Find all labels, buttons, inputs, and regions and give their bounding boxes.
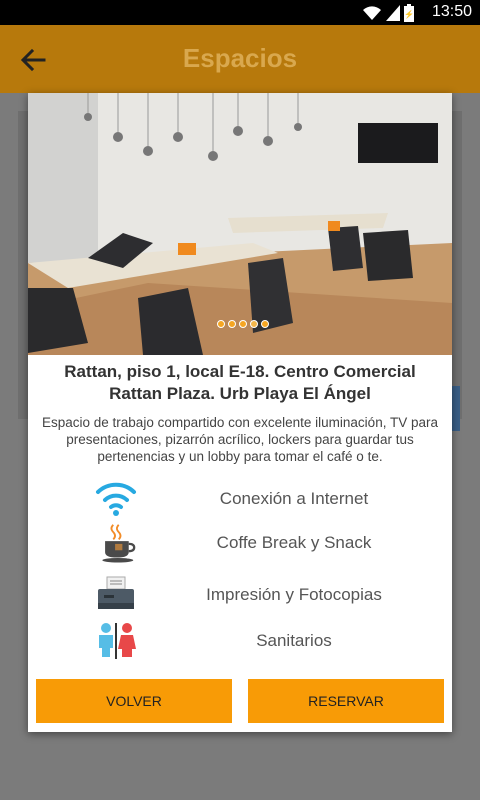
office-photo [28, 93, 452, 355]
coffee-cup-icon [102, 524, 136, 563]
svg-text:⚡: ⚡ [404, 9, 414, 19]
status-bar: ⚡ 13:50 [0, 0, 480, 25]
page-title: Espacios [182, 43, 298, 73]
printer-icon [98, 576, 134, 609]
wifi-icon [363, 6, 381, 20]
restroom-icon [99, 623, 136, 659]
back-button[interactable]: VOLVER [36, 679, 232, 723]
space-detail-dialog: Rattan, piso 1, local E-18. Centro Comer… [28, 93, 452, 732]
status-icons: ⚡ [362, 4, 414, 22]
space-photo[interactable] [28, 93, 452, 355]
amenity-printing: Impresión y Fotocopias [82, 575, 442, 615]
wifi-icon [96, 482, 136, 516]
amenity-label: Impresión y Fotocopias [206, 585, 382, 604]
amenity-restroom: Sanitarios [82, 621, 442, 661]
reserve-button[interactable]: RESERVAR [248, 679, 444, 723]
amenity-label: Conexión a Internet [219, 489, 369, 508]
carousel-dot[interactable] [261, 320, 269, 328]
amenity-internet: Conexión a Internet [82, 479, 442, 519]
carousel-dots[interactable] [217, 320, 269, 328]
space-address: Rattan, piso 1, local E-18. Centro Comer… [64, 362, 416, 403]
carousel-dot[interactable] [217, 320, 225, 328]
signal-icon [386, 5, 400, 21]
status-time: 13:50 [431, 3, 472, 20]
space-description: Espacio de trabajo compartido con excele… [42, 415, 438, 464]
carousel-dot[interactable] [228, 320, 236, 328]
carousel-dot[interactable] [239, 320, 247, 328]
amenity-label: Coffe Break y Snack [216, 533, 372, 552]
amenity-label: Sanitarios [256, 631, 332, 650]
carousel-dot-active[interactable] [250, 320, 258, 328]
amenity-coffee: Coffe Break y Snack [82, 523, 442, 563]
app-bar: Espacios [0, 25, 480, 93]
battery-icon: ⚡ [404, 4, 414, 22]
